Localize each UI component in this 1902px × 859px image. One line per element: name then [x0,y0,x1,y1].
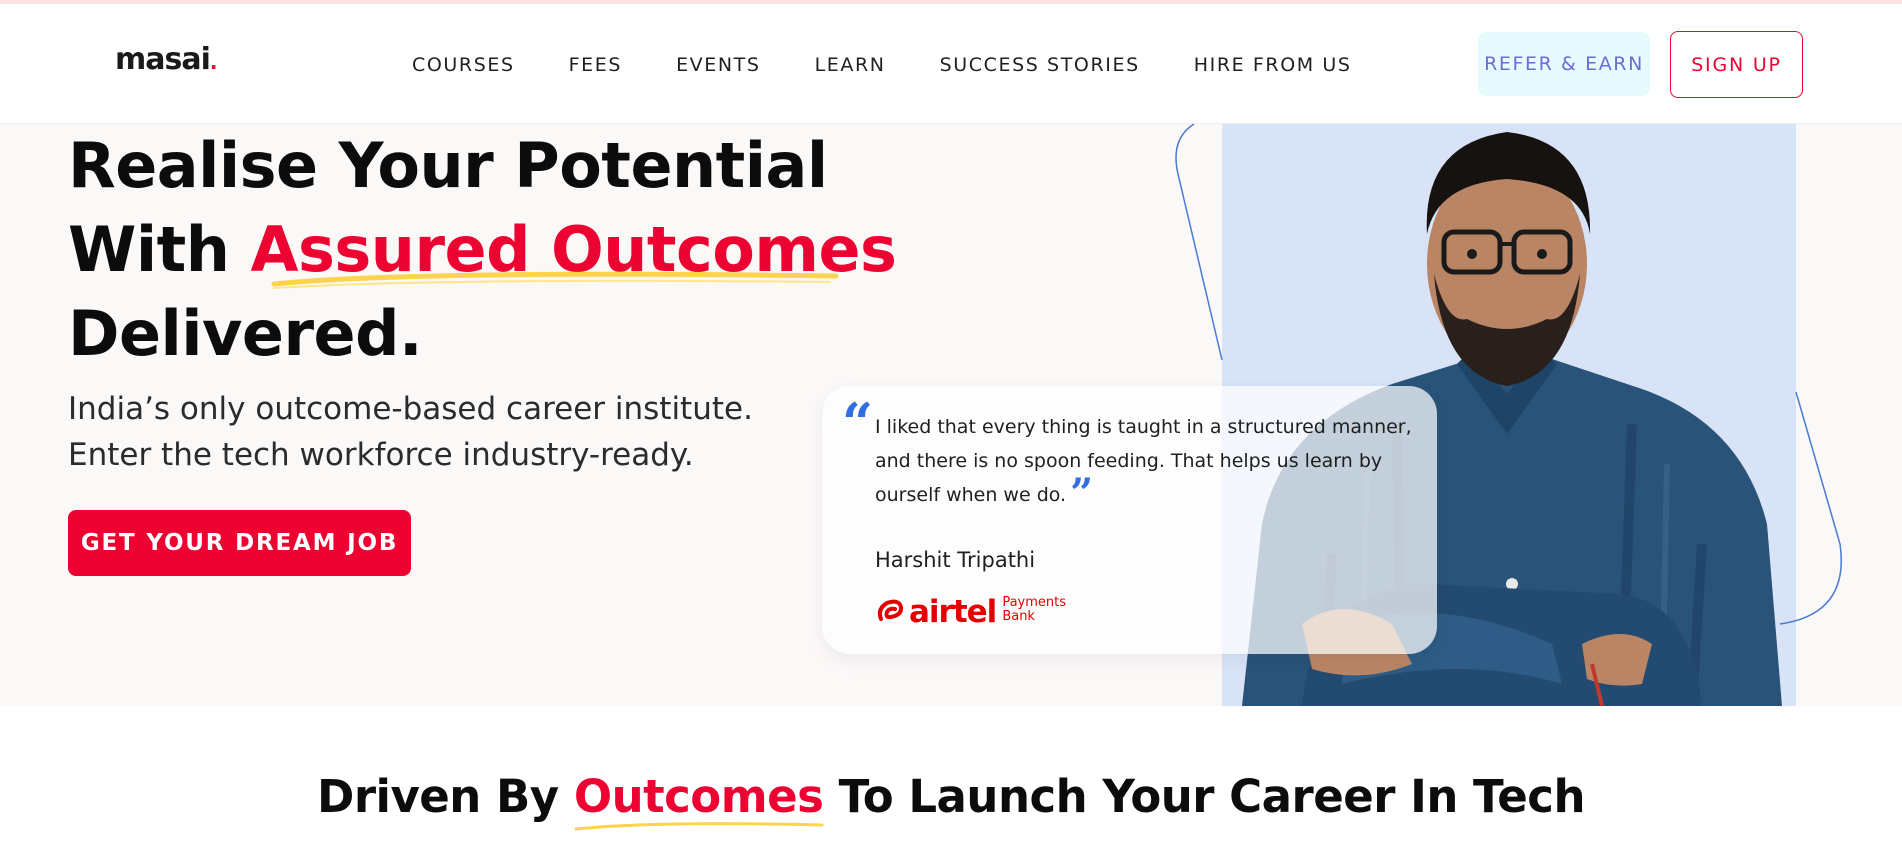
site-header: masai. COURSES FEES EVENTS LEARN SUCCESS… [0,4,1902,124]
open-quote-icon: “ [842,391,874,455]
sign-up-button[interactable]: SIGN UP [1670,31,1803,98]
section-heading: Driven By Outcomes To Launch Your Career… [0,770,1902,831]
hero-title-line3: Delivered. [68,297,423,370]
section-heading-suffix: To Launch Your Career In Tech [823,770,1586,823]
section-heading-prefix: Driven By [316,770,574,823]
hero-section: Realise Your Potential With Assured Outc… [0,124,1902,706]
hero-subtitle-line2: Enter the tech workforce industry-ready. [68,437,694,473]
hero-title-prefix: With [68,213,251,286]
hero-subtitle-line1: India’s only outcome-based career instit… [68,391,753,427]
yellow-underline-swoosh-small [574,822,824,831]
hero-subtitle: India’s only outcome-based career instit… [68,386,828,478]
yellow-underline-swoosh [271,271,839,289]
hero-title-line1: Realise Your Potential [68,129,828,202]
testimonial-author: Harshit Tripathi [875,548,1036,572]
testimonial-card: “ I liked that every thing is taught in … [822,386,1437,654]
nav-fees[interactable]: FEES [569,54,622,76]
section-heading-accent: Outcomes [573,770,824,831]
nav-success-stories[interactable]: SUCCESS STORIES [940,54,1140,76]
hero-title: Realise Your Potential With Assured Outc… [68,124,897,376]
nav-hire-from-us[interactable]: HIRE FROM US [1194,54,1352,76]
company-name: airtel [909,594,997,630]
company-sub-line2: Bank [1002,609,1035,624]
airtel-swirl-icon [877,599,904,621]
nav-events[interactable]: EVENTS [676,54,761,76]
company-sub-line1: Payments [1002,595,1066,610]
refer-earn-button[interactable]: REFER & EARN [1478,32,1650,96]
get-dream-job-button[interactable]: GET YOUR DREAM JOB [68,510,411,576]
logo-text: masai [115,42,211,77]
section-heading-accent-text: Outcomes [573,770,824,823]
testimonial-quote: I liked that every thing is taught in a … [875,416,1412,517]
nav-learn[interactable]: LEARN [815,54,886,76]
company-logo: airtel Payments Bank [875,594,1066,630]
testimonial-quote-text: I liked that every thing is taught in a … [875,416,1412,506]
company-subtitle: Payments Bank [1002,596,1066,624]
nav-courses[interactable]: COURSES [412,54,515,76]
masai-logo[interactable]: masai. [115,42,217,77]
main-nav: COURSES FEES EVENTS LEARN SUCCESS STORIE… [412,54,1406,76]
